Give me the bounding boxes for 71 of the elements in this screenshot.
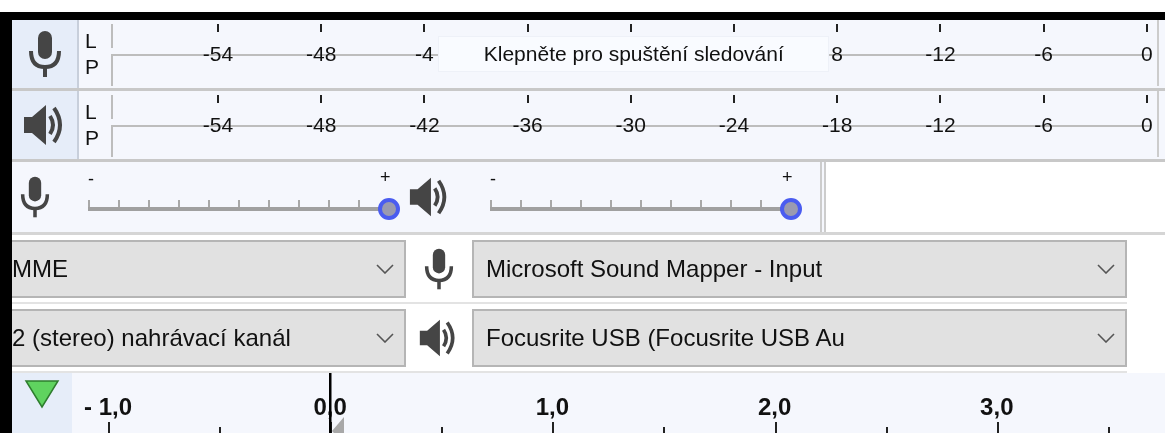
time-label: - 1,0 [84,393,132,421]
plus-label: + [782,167,793,187]
timeline-button[interactable] [12,373,72,433]
tick-mark [526,95,529,103]
plus-label: + [380,167,391,187]
chevron-icon [376,263,394,274]
channel-label: P [85,125,100,151]
scale-label: 8 [831,42,844,66]
volume-slider[interactable] [88,198,400,220]
channel-label: P [85,54,100,80]
level-meter[interactable]: -54 -48 -4 Klepněte pro spuštění sledování 8 -12 -6 0 [111,20,1165,88]
scale-label: -6 [1034,42,1053,66]
channel-label: L [85,28,98,54]
time-label: 3,0 [980,393,1014,421]
scale-label: -4 [415,42,434,66]
tick-mark [836,95,839,103]
scale-label: -12 [925,113,956,137]
scale-label: -36 [512,113,543,137]
minus-label: - [490,169,496,189]
scale-label: -12 [925,42,956,66]
dropdown[interactable]: 2 (stereo) nahrávací kanál [12,308,406,367]
microphone-icon [424,246,454,291]
tick-mark [733,95,735,103]
scale-label: 0 [1140,42,1153,66]
level-meter[interactable]: -54 -48 -42 -36 -30 -24 -18 -12 -6 0 [111,91,1165,159]
tick-mark [1042,24,1045,32]
microphone-icon [20,176,50,218]
tick-mark [629,24,632,32]
channel-label: L [85,99,98,125]
dropdown[interactable]: Microsoft Sound Mapper - Input [472,239,1127,298]
scale-label: -18 [822,113,853,137]
chevron-icon [1097,332,1115,343]
chevron-icon [1097,263,1115,274]
tick-mark [423,24,426,32]
scale-label: -54 [202,113,234,137]
dropdown[interactable]: Focusrite USB (Focusrite USB Au [472,308,1127,367]
time-label: 1,0 [535,393,570,421]
tick-mark [629,95,632,103]
meter-button[interactable] [12,20,79,88]
tooltip: Klepněte pro spuštění sledování [438,36,830,72]
scale-label: -42 [409,113,440,137]
slider-thumb[interactable] [780,198,802,220]
tick-mark [1145,95,1148,103]
scale-label: -48 [306,113,337,137]
time-label: 2,0 [757,393,792,421]
tick-mark [1145,24,1148,32]
tick-mark [1042,95,1045,103]
dropdown[interactable]: MME [12,239,406,298]
meter-button[interactable] [12,91,79,159]
scale-label: -54 [202,42,234,66]
triangle-icon [24,379,60,409]
tick-mark [320,24,323,32]
slider-thumb[interactable] [378,198,400,220]
tick-mark [939,24,942,32]
tick-mark [217,95,219,103]
tick-mark [733,24,735,32]
tick-mark [217,24,219,32]
tick-mark [320,95,323,103]
minus-label: - [88,169,94,189]
tick-mark [836,24,839,32]
scale-label: -24 [718,113,750,137]
scale-label: -6 [1034,113,1053,137]
volume-slider[interactable] [490,198,802,220]
tick-mark [526,24,529,32]
chevron-icon [376,332,394,343]
tick-mark [423,95,426,103]
tick-mark [939,95,942,103]
scale-label: 0 [1140,113,1153,137]
scale-label: -30 [615,113,646,137]
scale-label: -48 [306,42,337,66]
microphone-icon [27,31,62,77]
